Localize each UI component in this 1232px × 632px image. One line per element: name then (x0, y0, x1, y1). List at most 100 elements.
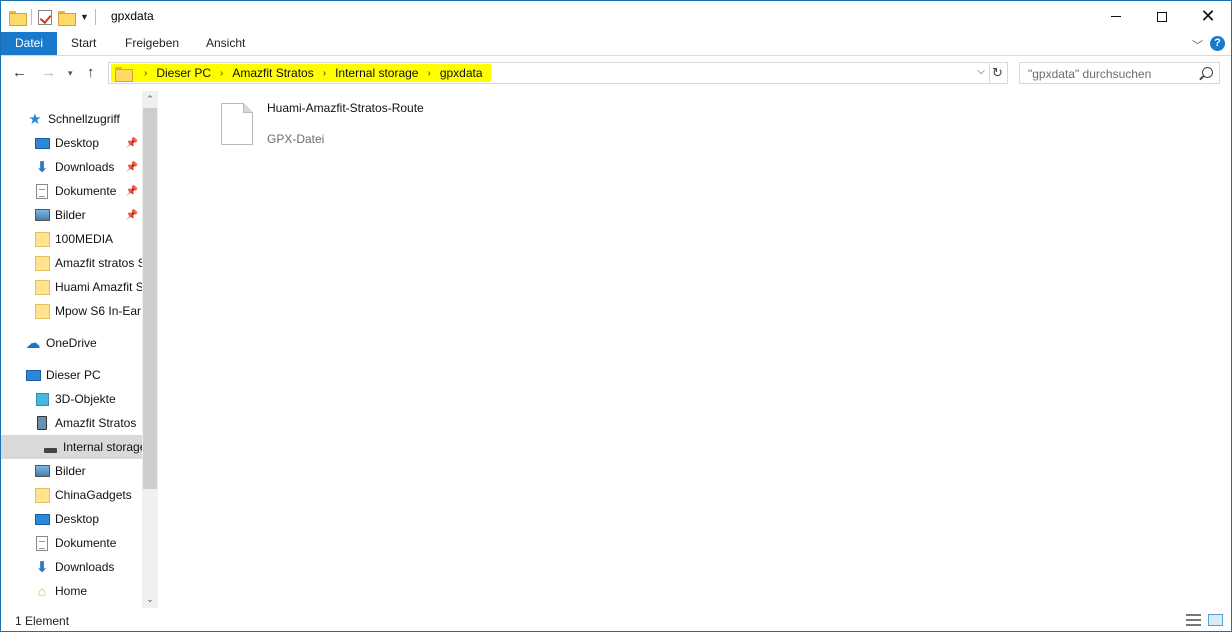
cloud-icon: ☁ (25, 335, 41, 352)
pin-icon[interactable]: 📌 (126, 210, 138, 221)
pictures-icon (34, 207, 50, 223)
nav-item-desktop[interactable]: Desktop 📌 (1, 131, 142, 155)
nav-item-3d-objekte[interactable]: 3D-Objekte (1, 387, 142, 411)
documents-icon (34, 183, 50, 199)
nav-scrollbar-thumb[interactable] (143, 108, 157, 489)
nav-item-label: Amazfit stratos S (55, 256, 142, 270)
address-row: ← → ▾ ↑ › Dieser PC › Amazfit Stratos › … (1, 57, 1231, 91)
nav-item-amazfit-stratos[interactable]: Amazfit Stratos (1, 411, 142, 435)
new-folder-icon[interactable] (58, 10, 76, 26)
address-bar[interactable]: › Dieser PC › Amazfit Stratos › Internal… (108, 62, 990, 84)
nav-item-label: Dieser PC (46, 368, 101, 382)
nav-item-home[interactable]: ⌂ Home (1, 579, 142, 603)
home-icon: ⌂ (37, 583, 47, 599)
pin-icon[interactable]: 📌 (126, 138, 138, 149)
nav-item-label: Dokumente (55, 184, 117, 198)
scroll-down-arrow-icon[interactable]: ⌄ (142, 591, 158, 608)
cube-icon (34, 391, 50, 407)
close-button[interactable]: ✕ (1185, 1, 1231, 32)
star-icon: ★ (28, 111, 42, 128)
pin-icon[interactable]: 📌 (126, 162, 138, 173)
properties-icon[interactable] (38, 9, 52, 25)
item-count: 1 Element (15, 614, 70, 628)
tab-datei[interactable]: Datei (1, 32, 57, 55)
minimize-icon (1111, 16, 1121, 17)
nav-item-internal-storage[interactable]: Internal storage (1, 435, 142, 459)
folder-icon[interactable] (9, 10, 27, 26)
folder-icon (34, 231, 50, 247)
folder-icon (34, 303, 50, 319)
tab-freigeben[interactable]: Freigeben (113, 32, 191, 55)
breadcrumb-gpxdata[interactable]: gpxdata (440, 66, 483, 80)
breadcrumb-amazfit-stratos[interactable]: Amazfit Stratos (232, 66, 313, 80)
breadcrumb-separator-icon[interactable]: › (144, 68, 147, 79)
nav-item-downloads[interactable]: ⬇ Downloads 📌 (1, 155, 142, 179)
search-placeholder: "gpxdata" durchsuchen (1028, 67, 1152, 81)
network-folder-icon (34, 487, 50, 503)
file-name: Huami-Amazfit-Stratos-Route (267, 101, 424, 115)
nav-item-label: Mpow S6 In-Ear (55, 304, 142, 318)
scroll-up-arrow-icon[interactable]: ⌃ (142, 91, 158, 108)
breadcrumb-separator-icon[interactable]: › (323, 68, 326, 79)
pin-icon[interactable]: 📌 (126, 186, 138, 197)
customize-toolbar-dropdown-icon[interactable]: ▼ (80, 12, 89, 22)
nav-item-label: ChinaGadgets (55, 488, 132, 502)
breadcrumb-separator-icon[interactable]: › (220, 68, 223, 79)
nav-item-label: Internal storage (63, 440, 142, 454)
nav-item-chinagadgets[interactable]: ChinaGadgets (1, 483, 142, 507)
breadcrumb-internal-storage[interactable]: Internal storage (335, 66, 418, 80)
quick-access-toolbar: ▼ (9, 7, 96, 27)
maximize-icon (1157, 11, 1167, 22)
nav-item-label: Home (55, 584, 88, 598)
search-icon[interactable] (1202, 67, 1213, 78)
forward-arrow-icon[interactable]: → (41, 64, 56, 81)
tab-ansicht[interactable]: Ansicht (194, 32, 257, 55)
back-arrow-icon[interactable]: ← (12, 64, 27, 81)
nav-item-label: OneDrive (46, 336, 97, 350)
nav-item-downloads-pc[interactable]: ⬇ Downloads (1, 555, 142, 579)
nav-item-label: Amazfit Stratos (55, 416, 137, 430)
nav-item-bilder[interactable]: Bilder 📌 (1, 203, 142, 227)
expand-ribbon-chevron-icon[interactable]: ﹀ (1192, 37, 1203, 53)
details-view-icon[interactable] (1186, 614, 1201, 626)
breadcrumb-separator-icon[interactable]: › (427, 68, 430, 79)
nav-item-onedrive[interactable]: ☁ OneDrive (1, 331, 142, 355)
nav-item-desktop-pc[interactable]: Desktop (1, 507, 142, 531)
window-title: gpxdata (111, 9, 154, 23)
nav-item-label: 100MEDIA (55, 232, 114, 246)
nav-item-amazfit-stratos-s[interactable]: Amazfit stratos S (1, 251, 142, 275)
nav-item-dokumente-pc[interactable]: Dokumente (1, 531, 142, 555)
nav-item-label: 3D-Objekte (55, 392, 116, 406)
navigation-pane: ★ Schnellzugriff Desktop 📌 ⬇ Downloads 📌… (1, 91, 158, 608)
nav-item-bilder-pc[interactable]: Bilder (1, 459, 142, 483)
nav-item-dieser-pc[interactable]: Dieser PC (1, 363, 142, 387)
nav-item-label: Downloads (55, 560, 115, 574)
nav-item-dokumente[interactable]: Dokumente 📌 (1, 179, 142, 203)
nav-item-100media[interactable]: 100MEDIA (1, 227, 142, 251)
breadcrumb-dieser-pc[interactable]: Dieser PC (156, 66, 211, 80)
desktop-icon (34, 511, 50, 527)
nav-item-label: Bilder (55, 464, 86, 478)
minimize-button[interactable] (1093, 1, 1139, 32)
documents-icon (34, 535, 50, 551)
device-icon (34, 415, 50, 431)
up-arrow-icon[interactable]: ↑ (87, 64, 95, 81)
address-dropdown-icon[interactable]: ⌵ (977, 66, 985, 77)
refresh-button[interactable]: ↻ (988, 62, 1008, 84)
toolbar-separator (31, 9, 32, 25)
nav-item-label: Desktop (55, 136, 100, 150)
title-bar: ▼ gpxdata ✕ (1, 1, 1231, 32)
nav-item-mpow-s6[interactable]: Mpow S6 In-Ear (1, 299, 142, 323)
large-icons-view-icon[interactable] (1208, 614, 1223, 626)
recent-locations-chevron-icon[interactable]: ▾ (68, 68, 73, 79)
breadcrumb: › Dieser PC › Amazfit Stratos › Internal… (111, 64, 491, 82)
folder-icon (34, 279, 50, 295)
nav-item-huami-amazfit-s[interactable]: Huami Amazfit S (1, 275, 142, 299)
help-icon[interactable]: ? (1210, 36, 1225, 51)
nav-item-schnellzugriff[interactable]: ★ Schnellzugriff (1, 107, 142, 131)
search-input[interactable]: "gpxdata" durchsuchen (1019, 62, 1220, 84)
maximize-button[interactable] (1139, 1, 1185, 32)
refresh-icon: ↻ (992, 65, 1003, 80)
tab-start[interactable]: Start (59, 32, 108, 55)
file-item[interactable]: Huami-Amazfit-Stratos-Route GPX-Datei (221, 101, 424, 149)
